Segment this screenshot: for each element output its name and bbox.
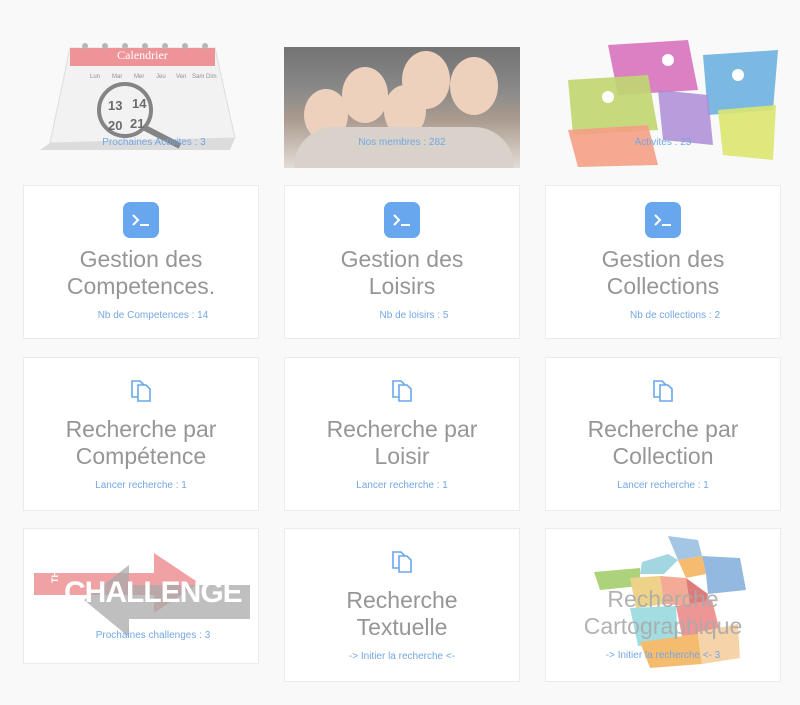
count-link[interactable]: Nb de Competences : 14 (24, 310, 258, 321)
svg-text:14: 14 (132, 96, 147, 111)
recherche-collection-card[interactable]: Recherche par Collection Lancer recherch… (545, 357, 781, 511)
svg-text:20: 20 (108, 118, 122, 133)
count-link[interactable]: Nb de loisirs : 5 (285, 310, 519, 321)
card-title-line1: Gestion des (340, 246, 464, 272)
svg-text:Ven: Ven (176, 74, 186, 80)
calendar-caption[interactable]: Prochaines Activites : 3 (24, 137, 284, 148)
card-title-line1: Recherche par (326, 416, 478, 442)
gestion-competences-card[interactable]: Gestion des Competences. Nb de Competenc… (23, 185, 259, 339)
gestion-loisirs-card[interactable]: Gestion des Loisirs Nb de loisirs : 5 (284, 185, 520, 339)
challenge-caption[interactable]: Prochaines challenges : 3 (23, 630, 283, 641)
search-link[interactable]: Lancer recherche : 1 (24, 480, 258, 491)
card-title-line1: Recherche (346, 587, 458, 613)
svg-text:21: 21 (130, 116, 144, 131)
count-link[interactable]: Nb de collections : 2 (546, 310, 780, 321)
members-caption[interactable]: Nos membres : 282 (284, 137, 520, 148)
search-link[interactable]: Lancer recherche : 1 (546, 480, 780, 491)
members-photo[interactable] (284, 47, 520, 168)
card-title-line2: Compétence (75, 443, 207, 469)
card-title-line2: Competences. (66, 273, 216, 299)
carto-link[interactable]: -> Initier la recherche <- 3 (545, 650, 781, 661)
card-title-line1: Gestion des (601, 246, 725, 272)
svg-text:Dim: Dim (206, 74, 217, 80)
card-title-line1: Gestion des (79, 246, 203, 272)
gestion-collections-card[interactable]: Gestion des Collections Nb de collection… (545, 185, 781, 339)
card-title-line2: Loisirs (368, 273, 436, 299)
card-title-line1: Recherche par (65, 416, 217, 442)
search-link[interactable]: -> Initier la recherche <- (285, 651, 519, 662)
svg-text:Sam: Sam (192, 74, 204, 80)
card-title-line1: Recherche par (587, 416, 739, 442)
card-title-line2: Loisir (374, 443, 430, 469)
carto-title-line2: Cartographique (583, 613, 743, 639)
documents-icon (392, 380, 412, 402)
documents-icon (653, 380, 673, 402)
svg-text:Jeu: Jeu (156, 74, 166, 80)
calendar-header: Calendrier (117, 48, 168, 62)
card-title-line2: Collections (606, 273, 720, 299)
terminal-icon (384, 202, 420, 238)
card-title-line2: Textuelle (356, 614, 448, 640)
terminal-icon (123, 202, 159, 238)
challenge-logo-small: THE (50, 565, 60, 583)
challenge-logo-text: CHALLENGE (64, 576, 243, 609)
card-title-line2: Collection (612, 443, 714, 469)
documents-icon (131, 380, 151, 402)
svg-text:Mar: Mar (112, 74, 122, 80)
activities-caption[interactable]: Activites : 23 (545, 137, 781, 148)
svg-text:Mer: Mer (134, 74, 144, 80)
carto-title-line1: Recherche (607, 586, 719, 612)
search-link[interactable]: Lancer recherche : 1 (285, 480, 519, 491)
recherche-competence-card[interactable]: Recherche par Compétence Lancer recherch… (23, 357, 259, 511)
recherche-loisir-card[interactable]: Recherche par Loisir Lancer recherche : … (284, 357, 520, 511)
svg-text:13: 13 (108, 98, 122, 113)
recherche-textuelle-card[interactable]: Recherche Textuelle -> Initier la recher… (284, 528, 520, 682)
documents-icon (392, 551, 412, 573)
terminal-icon (645, 202, 681, 238)
svg-text:Lun: Lun (90, 74, 100, 80)
